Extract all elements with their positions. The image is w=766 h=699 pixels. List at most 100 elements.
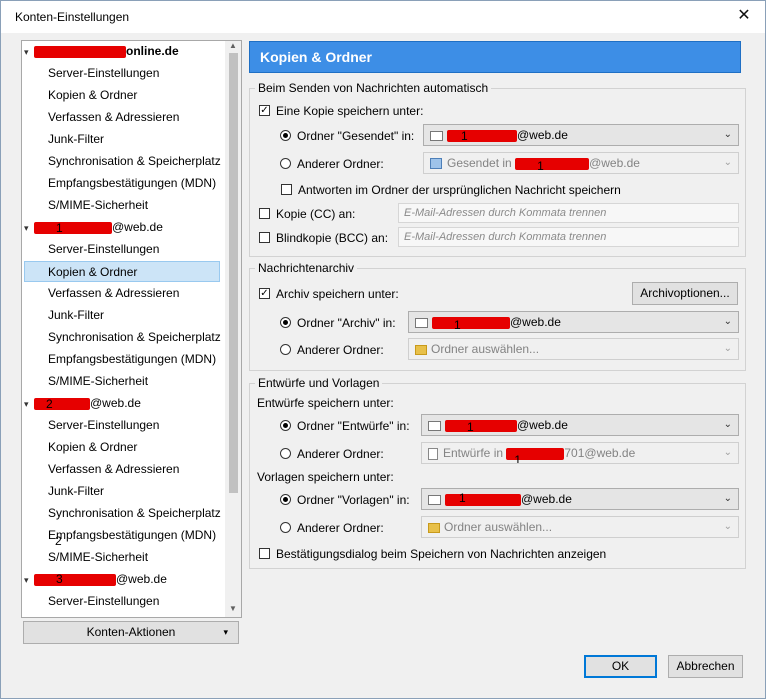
folder-icon [430,158,442,170]
account-icon [430,130,443,141]
tree-item-smime[interactable]: S/MIME-Sicherheit [48,371,148,392]
tree-item-sync[interactable]: Synchronisation & Speicherplatz [48,151,221,172]
redacted-block: 2 [34,397,90,411]
cc-checkbox[interactable] [259,208,270,220]
tree-account[interactable]: ▾ 3 @web.de [24,569,167,590]
tree-scrollbar[interactable]: ▲ ▼ [225,41,241,617]
archive-folder-radio-row[interactable]: Ordner "Archiv" in: [280,314,396,332]
document-icon [428,447,438,460]
archive-other-folder-select[interactable]: Ordner auswählen... ⌄ [408,338,739,360]
redacted-block: 1 [445,491,521,506]
account-tree[interactable]: ▾ online.de Server-Einstellungen Kopien &… [21,40,242,618]
collapse-icon[interactable]: ▾ [24,218,34,239]
tree-item-smime[interactable]: S/MIME-Sicherheit [48,547,148,568]
drafts-folder-radio[interactable] [280,420,291,432]
tree-item-server[interactable]: Server-Einstellungen [48,591,159,612]
tree-item-server[interactable]: Server-Einstellungen [48,63,159,84]
tree-account[interactable]: ▾ online.de [24,41,179,62]
tree-item-server[interactable]: Server-Einstellungen [48,239,159,260]
sent-folder-radio-row[interactable]: Ordner "Gesendet" in: [280,127,414,145]
chevron-down-icon: ⌄ [723,343,732,354]
other-folder-radio-row[interactable]: Anderer Ordner: [280,155,384,173]
archive-folder-radio[interactable] [280,317,291,329]
tree-item-copies[interactable]: Kopien & Ordner [48,437,137,458]
templates-other-radio-row[interactable]: Anderer Ordner: [280,519,384,537]
save-copy-row[interactable]: ✓ Eine Kopie speichern unter: [259,102,423,120]
drafts-folder-select[interactable]: 1 @web.de ⌄ [421,414,739,436]
collapse-icon[interactable]: ▾ [24,570,34,591]
confirm-dialog-checkbox[interactable] [259,548,270,560]
tree-item-compose[interactable]: Verfassen & Adressieren [48,107,179,128]
ok-button[interactable]: OK [584,655,657,678]
archive-other-radio[interactable] [280,344,291,356]
tree-item-junk[interactable]: Junk-Filter [48,481,104,502]
redacted-block [34,45,126,58]
chevron-down-icon: ⌄ [723,447,732,458]
save-copy-checkbox[interactable]: ✓ [259,105,270,117]
tree-item-mdn[interactable]: Empfangsbestätigungen (MDN) [48,525,216,546]
save-archive-checkbox[interactable]: ✓ [259,288,270,300]
other-folder-radio[interactable] [280,158,291,170]
dropdown-arrow-icon: ▾ [223,627,228,637]
scrollbar-thumb[interactable] [229,53,238,493]
drafts-other-folder-select[interactable]: Entwürfe in 1 701@web.de ⌄ [421,442,739,464]
other-sent-folder-select[interactable]: Gesendet in 1 @web.de ⌄ [423,152,739,174]
tree-item-smime[interactable]: S/MIME-Sicherheit [48,195,148,216]
drafts-save-label: Entwürfe speichern unter: [257,396,394,410]
window-title: Konten-Einstellungen [15,10,130,24]
drafts-other-radio[interactable] [280,448,291,460]
archive-other-radio-row[interactable]: Anderer Ordner: [280,341,384,359]
chevron-down-icon: ⌄ [723,493,732,504]
drafts-other-radio-row[interactable]: Anderer Ordner: [280,445,384,463]
templates-folder-radio[interactable] [280,494,291,506]
reply-folder-checkbox[interactable] [281,184,292,196]
scroll-down-icon[interactable]: ▼ [225,604,241,616]
chevron-down-icon: ⌄ [723,521,732,532]
confirm-dialog-row[interactable]: Bestätigungsdialog beim Speichern von Na… [259,545,606,563]
cc-row[interactable]: Kopie (CC) an: [259,205,355,223]
reply-folder-row[interactable]: Antworten im Ordner der ursprünglichen N… [281,181,621,199]
templates-folder-select[interactable]: 1 @web.de ⌄ [421,488,739,510]
tree-item-copies[interactable]: Kopien & Ordner [48,85,137,106]
tree-item-mdn[interactable]: Empfangsbestätigungen (MDN) [48,173,216,194]
drafts-folder-radio-row[interactable]: Ordner "Entwürfe" in: [280,417,410,435]
account-actions-button[interactable]: Konten-Aktionen ▾ [23,621,239,644]
collapse-icon[interactable]: ▾ [24,394,34,415]
archive-folder-select[interactable]: 1 @web.de ⌄ [408,311,739,333]
templates-other-folder-select[interactable]: Ordner auswählen... ⌄ [421,516,739,538]
redacted-block: 3 [34,572,116,586]
folder-icon [428,522,440,533]
scroll-up-icon[interactable]: ▲ [225,41,241,53]
sent-folder-radio[interactable] [280,130,291,142]
redacted-block: 1 [447,129,517,143]
collapse-icon[interactable]: ▾ [24,42,34,63]
save-archive-row[interactable]: ✓ Archiv speichern unter: [259,285,399,303]
tree-item-copies-selected[interactable]: Kopien & Ordner [24,261,220,282]
tree-account[interactable]: ▾ 2 @web.de [24,393,141,414]
tree-item-sync[interactable]: Synchronisation & Speicherplatz [48,503,221,524]
templates-other-radio[interactable] [280,522,291,534]
tree-item-compose[interactable]: Verfassen & Adressieren [48,459,179,480]
tree-item-mdn[interactable]: Empfangsbestätigungen (MDN) [48,349,216,370]
archive-options-button[interactable]: Archivoptionen... [632,282,738,305]
account-icon [428,494,441,505]
templates-folder-radio-row[interactable]: Ordner "Vorlagen" in: [280,491,410,509]
bcc-row[interactable]: Blindkopie (BCC) an: [259,229,388,247]
bcc-checkbox[interactable] [259,232,270,244]
chevron-down-icon: ⌄ [723,316,732,327]
tree-item-sync[interactable]: Synchronisation & Speicherplatz [48,327,221,348]
tree-item-compose[interactable]: Verfassen & Adressieren [48,283,179,304]
redacted-block: 1 [34,221,112,235]
tree-account[interactable]: ▾ 1 @web.de [24,217,163,238]
chevron-down-icon: ⌄ [723,157,732,168]
tree-item-server[interactable]: Server-Einstellungen [48,415,159,436]
tree-item-junk[interactable]: Junk-Filter [48,129,104,150]
bcc-input[interactable]: E-Mail-Adressen durch Kommata trennen [398,227,739,247]
tree-item-junk[interactable]: Junk-Filter [48,305,104,326]
cancel-button[interactable]: Abbrechen [668,655,743,678]
cc-input[interactable]: E-Mail-Adressen durch Kommata trennen [398,203,739,223]
sent-folder-select[interactable]: 1 @web.de ⌄ [423,124,739,146]
close-icon[interactable]: ✕ [727,3,761,29]
drafts-legend: Entwürfe und Vorlagen [255,376,383,390]
settings-dialog: Konten-Einstellungen ✕ ▾ online.de Server… [0,0,766,699]
